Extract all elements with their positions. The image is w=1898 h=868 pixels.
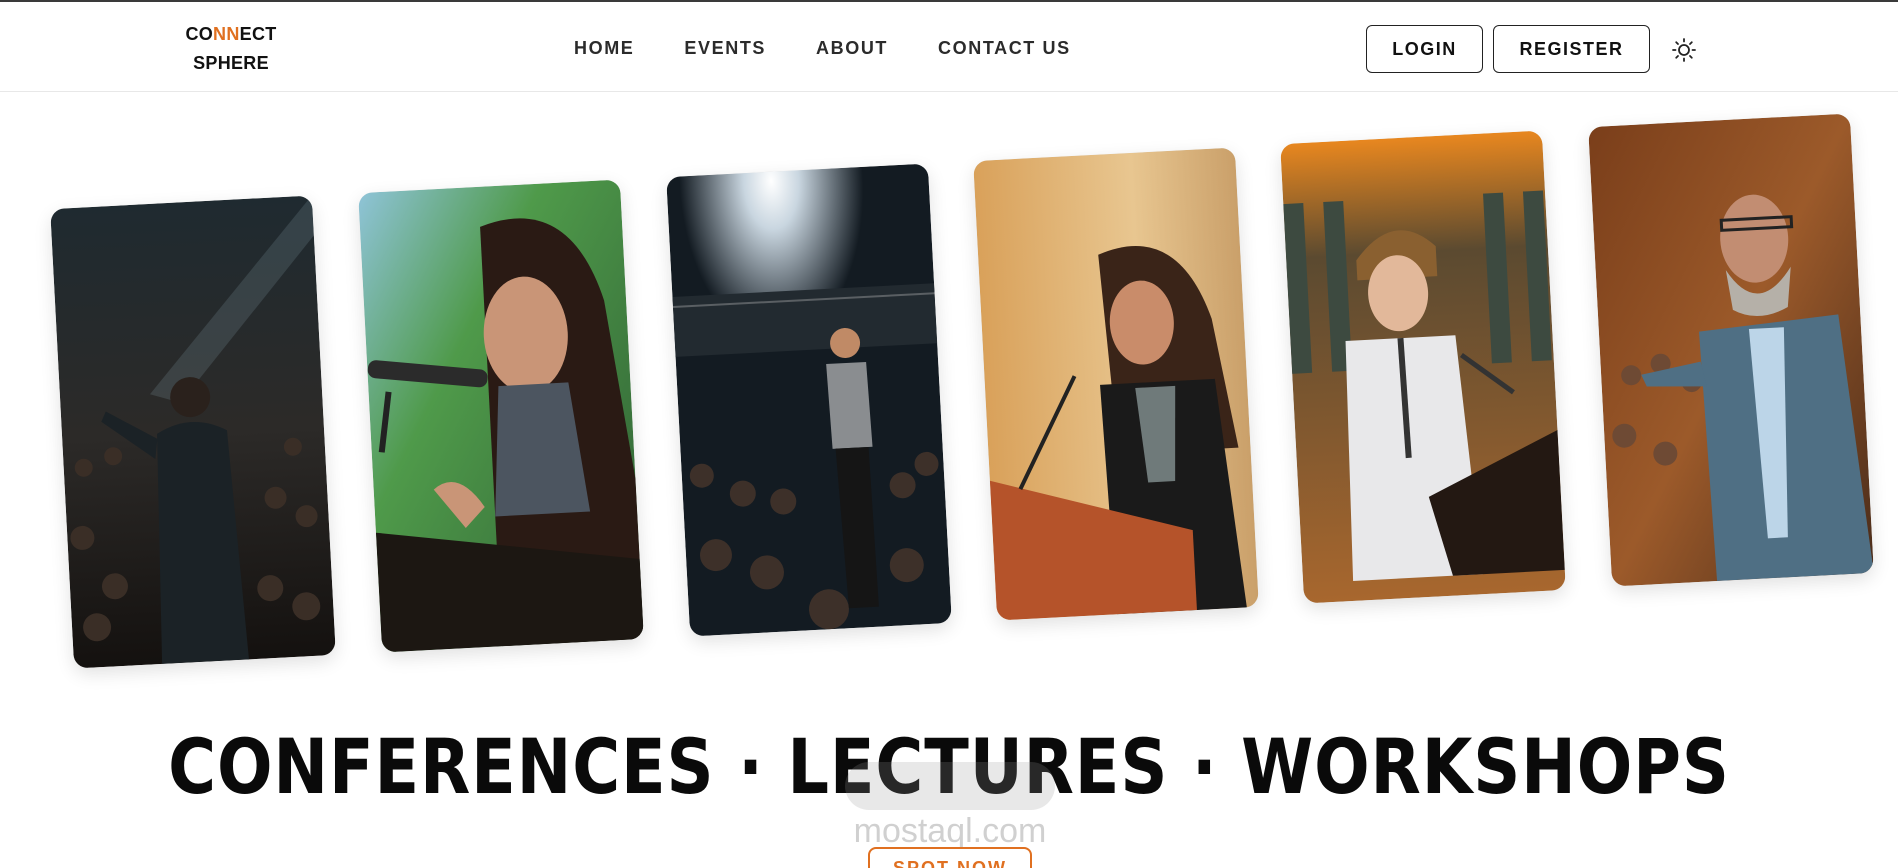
student-at-podium-photo — [1280, 130, 1566, 604]
man-presenting-in-auditorium-photo — [1588, 113, 1874, 587]
nav-events[interactable]: EVENTS — [684, 36, 766, 60]
logo-line-1: CONNECT — [185, 24, 277, 44]
sun-icon — [1672, 38, 1696, 62]
gallery-card[interactable] — [973, 147, 1259, 621]
speaker-under-spotlight-photo — [666, 163, 952, 637]
main-nav: HOME EVENTS ABOUT CONTACT US — [574, 36, 1121, 60]
speaker-on-dark-stage-photo — [50, 195, 336, 669]
cta-button[interactable]: SPOT NOW — [868, 847, 1032, 868]
gallery-card[interactable] — [50, 195, 336, 669]
login-button[interactable]: LOGIN — [1366, 25, 1483, 73]
gallery-card[interactable] — [358, 179, 644, 653]
speaker-gallery — [0, 92, 1898, 692]
gallery-card[interactable] — [1280, 130, 1566, 604]
hero-headline: CONFERENCES · LECTURES · WORKSHOPS — [168, 722, 1730, 811]
navbar: CONNECT SPHERE HOME EVENTS ABOUT CONTACT… — [0, 2, 1898, 92]
register-button[interactable]: REGISTER — [1493, 25, 1650, 73]
nav-about[interactable]: ABOUT — [816, 36, 888, 60]
woman-at-podium-photo — [973, 147, 1259, 621]
watermark-text: mostaql.com — [853, 812, 1047, 850]
woman-speaking-at-microphone-photo — [358, 179, 644, 653]
nav-home[interactable]: HOME — [574, 36, 634, 60]
logo[interactable]: CONNECT SPHERE — [170, 20, 292, 78]
nav-contact-us[interactable]: CONTACT US — [938, 36, 1071, 60]
logo-line-2: SPHERE — [193, 53, 269, 73]
theme-toggle-button[interactable] — [1668, 34, 1700, 66]
gallery-card[interactable] — [1588, 113, 1874, 587]
gallery-card[interactable] — [666, 163, 952, 637]
